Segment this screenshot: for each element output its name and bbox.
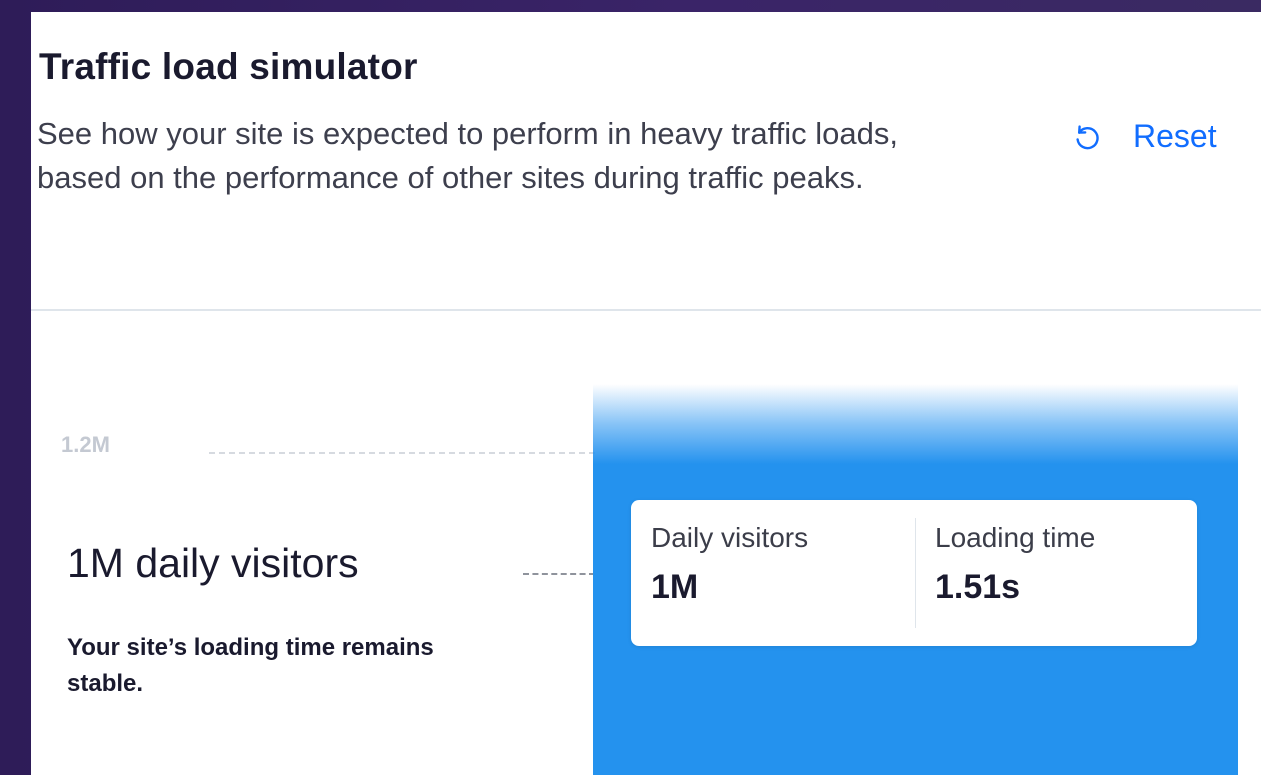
metric-loading-time: Loading time 1.51s: [935, 522, 1095, 607]
reset-button[interactable]: Reset: [1071, 118, 1217, 155]
visitors-marker-line: [523, 573, 595, 575]
metric-daily-visitors: Daily visitors 1M: [651, 522, 808, 607]
page-subtitle: See how your site is expected to perform…: [37, 116, 898, 196]
metric-value: 1M: [651, 568, 699, 606]
metric-label: Daily visitors: [651, 522, 809, 553]
section-divider: [31, 309, 1261, 311]
reset-icon: [1071, 121, 1103, 153]
y-tick-label: 1.2M: [61, 432, 110, 457]
status-text: Your site’s loading time remains stable.: [67, 634, 434, 697]
traffic-simulator-card: Traffic load simulator See how your site…: [31, 12, 1261, 775]
visitors-heading: 1M daily visitors: [67, 540, 359, 586]
metric-label: Loading time: [935, 522, 1096, 553]
reset-label: Reset: [1133, 118, 1217, 154]
metric-separator: [915, 518, 916, 628]
metrics-card: Daily visitors 1M Loading time 1.51s: [631, 500, 1197, 646]
y-gridline: [209, 452, 595, 454]
page-title: Traffic load simulator: [39, 46, 418, 87]
metric-value: 1.51s: [935, 568, 1021, 606]
traffic-graph-area: Daily visitors 1M Loading time 1.51s: [593, 384, 1238, 775]
